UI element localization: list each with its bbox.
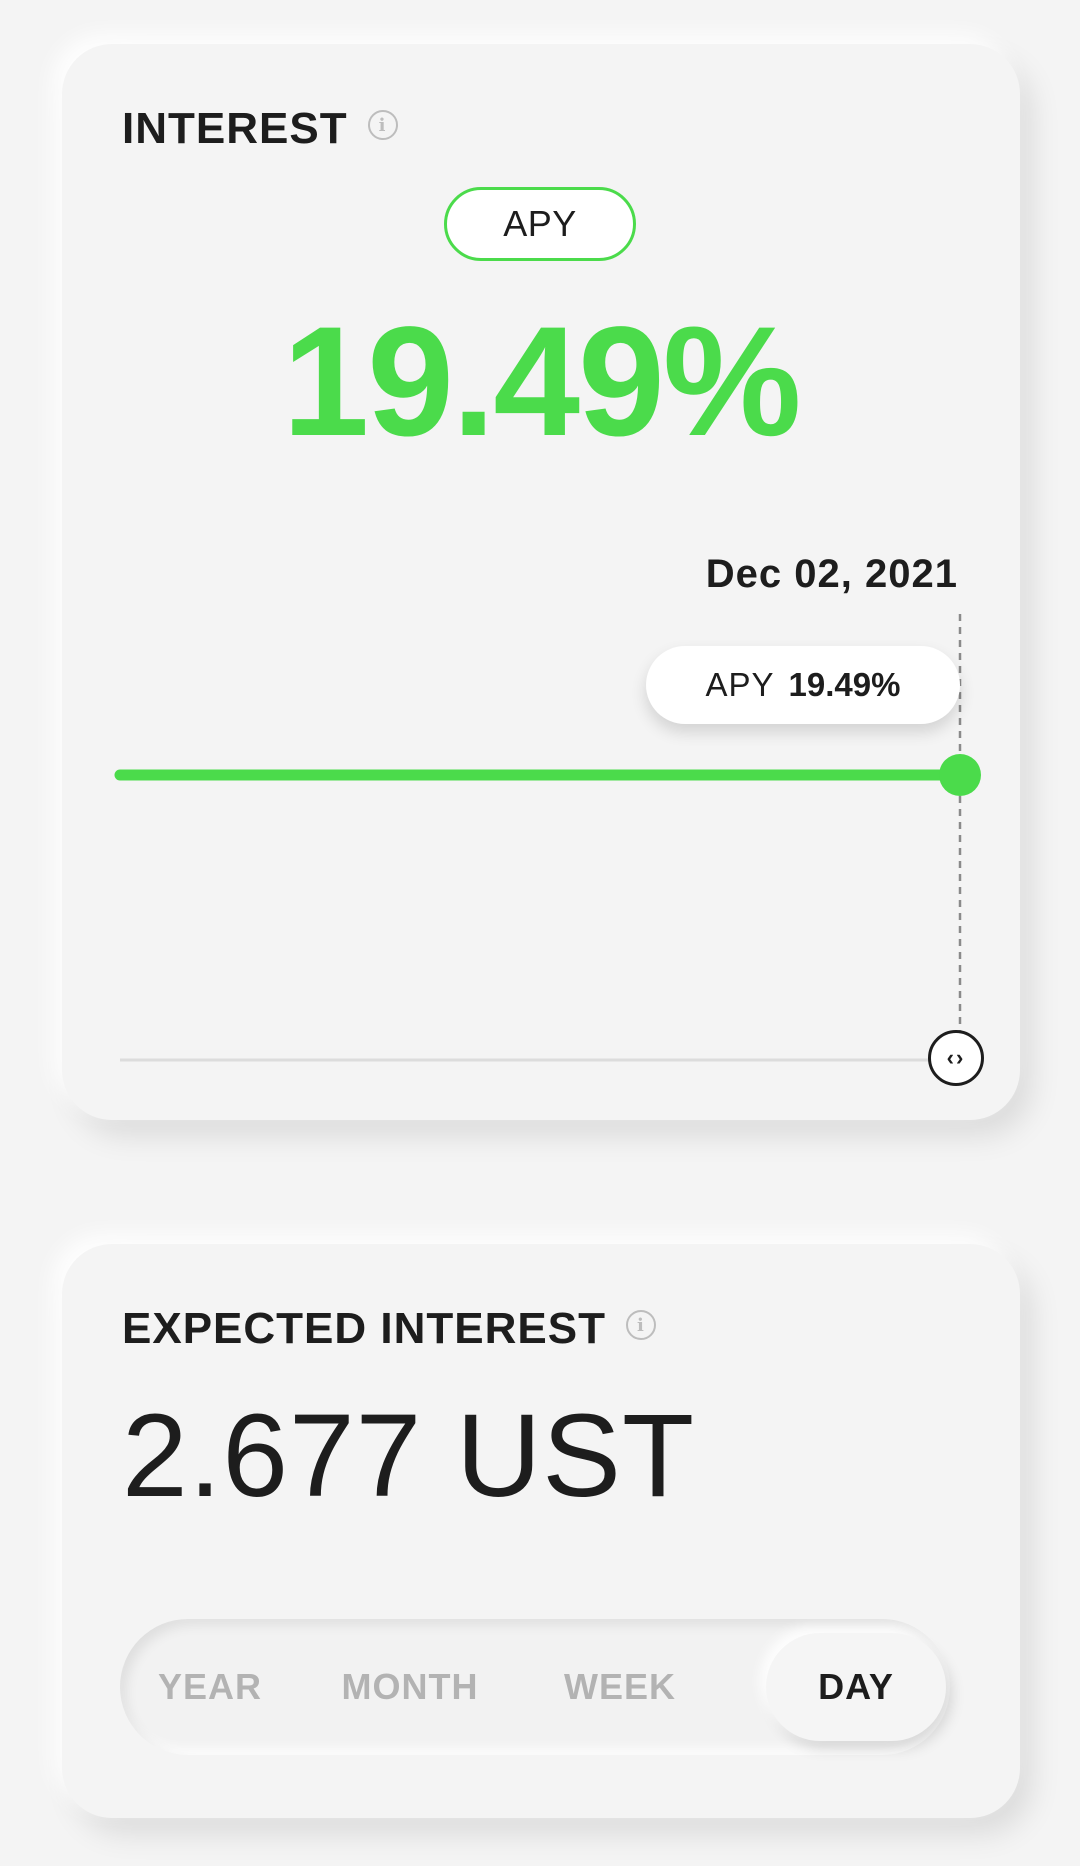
tab-day[interactable]: DAY <box>766 1633 946 1741</box>
tooltip-label: APY <box>705 666 775 703</box>
tooltip-value: 19.49% <box>788 666 901 703</box>
tab-month[interactable]: MONTH <box>330 1633 490 1741</box>
arrows-horizontal-icon[interactable]: ‹› <box>928 1030 984 1086</box>
expected-interest-title-label: EXPECTED INTEREST <box>122 1304 606 1353</box>
expected-interest-title: EXPECTED INTEREST i <box>122 1304 656 1354</box>
interest-card: INTEREST i APY 19.49% Dec 02, 2021 APY 1… <box>62 44 1020 1120</box>
tab-week[interactable]: WEEK <box>540 1633 700 1741</box>
expected-interest-value: 2.677 UST <box>122 1390 696 1522</box>
tab-year[interactable]: YEAR <box>130 1633 290 1741</box>
apy-series-point <box>939 754 981 796</box>
info-icon[interactable]: i <box>625 1310 656 1340</box>
scrub-handle-glyph: ‹› <box>946 1045 966 1070</box>
chart-tooltip: APY 19.49% <box>646 646 960 724</box>
period-selector: YEAR MONTH WEEK DAY <box>120 1619 950 1755</box>
expected-interest-card: EXPECTED INTEREST i 2.677 UST YEAR MONTH… <box>62 1244 1020 1818</box>
chart-date-label: Dec 02, 2021 <box>705 552 958 596</box>
